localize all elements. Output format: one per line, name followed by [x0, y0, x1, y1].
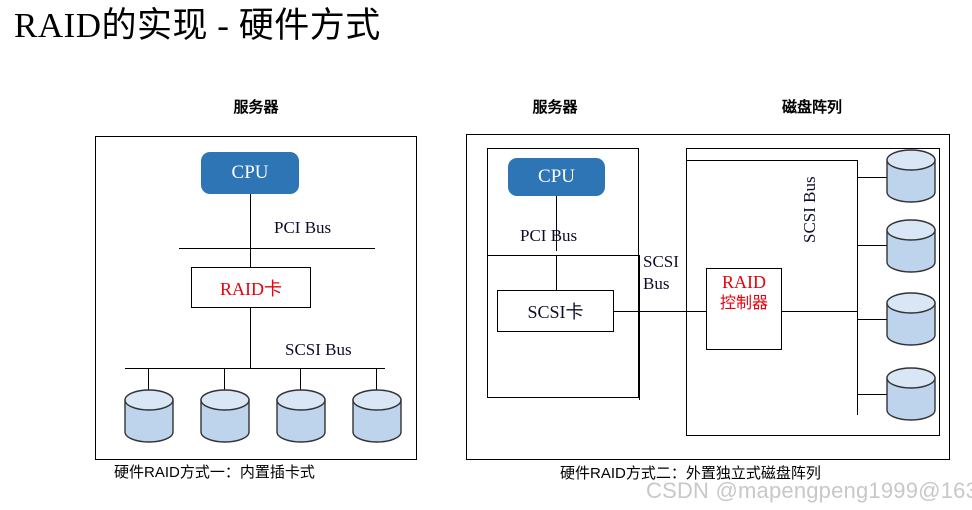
right-scsi-bus-label-line1: SCSI [643, 252, 679, 271]
right-disk-3 [885, 291, 937, 347]
right-server-group-label: 服务器 [532, 99, 578, 116]
right-disk-1 [885, 148, 937, 204]
right-diagram: 服务器 磁盘阵列 CPU PCI Bus SCSI卡 SCSI Bus RAID… [0, 0, 972, 510]
right-array-bus-top-line [686, 160, 858, 162]
right-pci-to-scsicard-line [556, 255, 558, 290]
right-scsicard-to-bus-line [614, 311, 706, 313]
right-array-group-label: 磁盘阵列 [781, 99, 842, 116]
right-scsi-card-label: SCSI卡 [527, 302, 584, 322]
right-pci-bus-label: PCI Bus [520, 226, 578, 245]
right-cpu-label: CPU [538, 166, 575, 187]
right-external-scsi-bus-vline [639, 255, 641, 400]
slide-canvas: RAID的实现 - 硬件方式 服务器 CPU PCI Bus RAID卡 SCS… [0, 0, 972, 510]
right-raid-controller-line1: RAID [722, 272, 766, 292]
right-disk-4 [885, 366, 937, 422]
right-raid-controller-line2: 控制器 [719, 295, 768, 312]
right-raid-controller-box: RAID 控制器 [706, 268, 782, 350]
right-disk-2 [885, 218, 937, 274]
right-cpu-box: CPU [508, 158, 605, 196]
right-scsi-bus-label-line2: Bus [643, 274, 670, 293]
right-array-scsi-bus-vline [857, 160, 859, 415]
right-pci-bus-line [487, 255, 639, 257]
right-scsi-card-box: SCSI卡 [497, 290, 614, 332]
csdn-watermark: CSDN @mapengpeng1999@163.c [646, 478, 972, 503]
right-array-scsi-bus-label: SCSI Bus [800, 176, 819, 243]
right-raidctrl-to-arraybus-line [782, 311, 858, 313]
